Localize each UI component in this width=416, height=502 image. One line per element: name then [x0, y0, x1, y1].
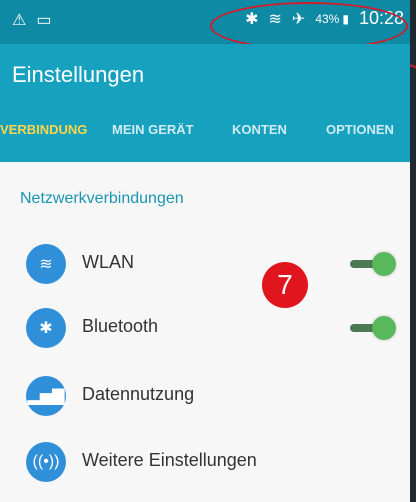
- settings-item-label: WLAN: [82, 252, 135, 272]
- settings-item-bluetooth[interactable]: ✱ Bluetooth: [0, 298, 410, 358]
- more-settings-icon: ((•)): [26, 442, 66, 482]
- section-title: Netzwerkverbindungen: [20, 190, 184, 207]
- bluetooth-icon: ✱: [26, 308, 66, 348]
- settings-item-data-usage[interactable]: ▂▅▇ Datennutzung: [0, 366, 410, 426]
- page-title: Einstellungen: [12, 62, 145, 87]
- data-usage-icon: ▂▅▇: [26, 376, 66, 416]
- tab-verbindung[interactable]: VERBINDUNG: [0, 122, 87, 137]
- settings-item-wlan[interactable]: ≋ WLAN: [0, 234, 410, 294]
- toggle-knob: [372, 252, 396, 276]
- wlan-toggle[interactable]: [350, 252, 396, 276]
- tabs-bar: VERBINDUNG MEIN GERÄT KONTEN OPTIONEN: [0, 100, 410, 262]
- alert-icon: ⚠: [12, 12, 27, 29]
- highlight-ellipse: [210, 2, 408, 50]
- settings-item-more[interactable]: ((•)) Weitere Einstellungen: [0, 432, 410, 492]
- tab-konten[interactable]: KONTEN: [232, 122, 287, 137]
- status-left: ⚠ ▭: [12, 10, 51, 30]
- app-bar: Einstellungen: [0, 44, 410, 100]
- bluetooth-toggle[interactable]: [350, 316, 396, 340]
- toggle-knob: [372, 316, 396, 340]
- tab-mein-geraet[interactable]: MEIN GERÄT: [112, 122, 194, 137]
- settings-item-label: Weitere Einstellungen: [82, 450, 257, 470]
- screen-icon: ▭: [36, 12, 52, 29]
- settings-item-label: Datennutzung: [82, 384, 195, 404]
- settings-item-label: Bluetooth: [82, 316, 159, 336]
- wifi-icon: ≋: [26, 244, 66, 284]
- settings-content: Netzwerkverbindungen ≋ WLAN ✱ Bluetooth …: [0, 162, 410, 502]
- callout-badge: 7: [262, 262, 308, 308]
- tab-optionen[interactable]: OPTIONEN: [326, 122, 394, 137]
